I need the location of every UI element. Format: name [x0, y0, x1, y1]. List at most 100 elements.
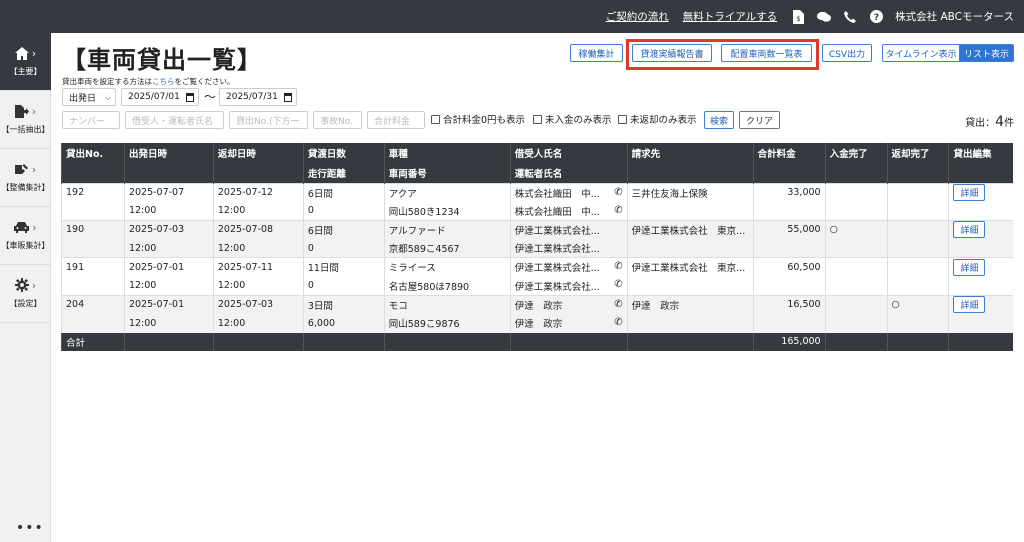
unreturned-only-checkbox[interactable]: 未返却のみ表示	[618, 112, 697, 126]
lending-no: 191	[61, 257, 125, 277]
operation-summary-button[interactable]: 稼働集計	[570, 44, 623, 62]
return-time: 12:00	[212, 313, 304, 333]
table-row: 191 2025-07-01 2025-07-11 11日間 ミライース 伊達工業株式会社…	[61, 257, 1013, 277]
return-date: 2025-07-11	[212, 257, 304, 277]
driver-name: 伊達工業株式会社...	[509, 239, 628, 258]
detail-button[interactable]: 詳細	[953, 296, 986, 314]
accident-no-input[interactable]: 事故No.	[313, 111, 362, 129]
lending-no: 190	[61, 219, 125, 240]
departure-time: 12:00	[123, 313, 214, 333]
table-row: 192 2025-07-07 2025-07-12 6日間 アクア 株式会社織田 中...…	[61, 182, 1013, 202]
driver-name: 伊達工業株式会社... ✆	[509, 276, 628, 296]
return-date: 2025-07-03	[212, 294, 304, 314]
lending-no: 204	[61, 294, 125, 314]
detail-button[interactable]: 詳細	[953, 258, 986, 276]
departure-time: 12:00	[123, 201, 214, 221]
sidebar-item-main[interactable]: › 【主要】	[0, 33, 51, 91]
col-header: 返却日時	[212, 143, 304, 163]
col-header: 貸出No.	[61, 143, 125, 163]
table-row: 12:00 12:00 0 名古屋580ほ7890 伊達工業株式会社... ✆	[61, 276, 1013, 296]
car-sales-icon	[14, 221, 30, 233]
date-type-select[interactable]: 出発日 ⌵	[62, 88, 116, 106]
invoice-icon[interactable]: $	[791, 9, 805, 24]
borrower-name: 伊達 政宗 ✆	[509, 294, 628, 314]
phone-icon[interactable]: ✆	[614, 317, 622, 328]
sidebar-item-bulk-extract[interactable]: › 【一括抽出】	[0, 91, 51, 149]
table-header-row: 貸出No. 出発日時 返却日時 貸渡日数 車種 借受人氏名 請求先 合計料金 入…	[61, 143, 1013, 163]
phone-icon[interactable]	[843, 10, 857, 24]
departure-date: 2025-07-03	[123, 219, 214, 240]
phone-icon[interactable]: ✆	[614, 187, 622, 198]
borrower-name-input[interactable]: 借受人・運転者氏名	[125, 111, 224, 129]
phone-icon[interactable]: ✆	[614, 205, 622, 216]
search-button[interactable]: 検索	[704, 111, 734, 129]
lending-table: 貸出No. 出発日時 返却日時 貸渡日数 車種 借受人氏名 請求先 合計料金 入…	[61, 143, 1013, 351]
borrower-name: 株式会社織田 中... ✆	[509, 182, 628, 202]
return-time: 12:00	[212, 201, 304, 221]
number-plate-input[interactable]: ナンバー	[62, 111, 120, 129]
total-fee: 60,500	[752, 257, 826, 277]
chevron-right-icon: ›	[31, 278, 37, 292]
list-view-button[interactable]: リスト表示	[959, 44, 1014, 62]
table-row: 12:00 12:00 0 岡山580き1234 株式会社織田 中... ✆	[61, 201, 1013, 221]
returned-status	[886, 219, 949, 240]
table-header-row: 走行距離 車両番号 運転者氏名	[61, 163, 1013, 183]
csv-export-button[interactable]: CSV出力	[822, 44, 872, 62]
col-header: 出発日時	[123, 143, 214, 163]
svg-text:?: ?	[874, 13, 879, 23]
sidebar-item-label: 【車販集計】	[1, 240, 50, 250]
detail-button[interactable]: 詳細	[953, 221, 986, 239]
checkbox-box[interactable]	[431, 114, 440, 124]
chat-icon[interactable]	[817, 10, 832, 24]
phone-icon[interactable]: ✆	[614, 299, 622, 310]
clear-button[interactable]: クリア	[739, 111, 780, 129]
home-icon	[14, 46, 29, 60]
departure-time: 12:00	[123, 239, 214, 258]
billing-to: 伊達工業株式会社 東京...	[626, 257, 754, 277]
col-header: 車両番号	[383, 163, 511, 183]
lending-count: 貸出：4件	[965, 114, 1014, 130]
checkbox-box[interactable]	[618, 114, 627, 124]
detail-button[interactable]: 詳細	[953, 184, 986, 202]
sidebar-item-maintenance[interactable]: › 【整備集計】	[0, 149, 51, 207]
car-model: ミライース	[383, 257, 511, 277]
lending-days: 3日間	[302, 294, 385, 314]
unpaid-only-checkbox[interactable]: 未入金のみ表示	[533, 112, 612, 126]
checkbox-box[interactable]	[533, 114, 542, 124]
billing-to: 三井住友海上保険	[626, 182, 754, 202]
phone-icon[interactable]: ✆	[614, 279, 622, 290]
mileage: 0	[302, 201, 385, 221]
mileage: 6,000	[302, 313, 385, 333]
col-header: 運転者氏名	[509, 163, 628, 183]
col-header: 合計料金	[752, 143, 826, 163]
chevron-right-icon: ›	[31, 162, 37, 176]
timeline-view-button[interactable]: タイムライン表示	[882, 44, 960, 62]
company-name: 株式会社 ABCモータース	[895, 11, 1014, 23]
lending-no-input[interactable]: 貸出No.(下方一	[229, 111, 308, 129]
help-icon[interactable]: ?	[869, 10, 883, 24]
date-from-input[interactable]: 2025/07/01	[121, 88, 199, 106]
sidebar-item-settings[interactable]: › 【設定】	[0, 265, 51, 323]
sidebar-item-car-sales[interactable]: › 【車販集計】	[0, 207, 51, 265]
mileage: 0	[302, 239, 385, 258]
contract-flow-link[interactable]: ご契約の流れ	[606, 9, 669, 24]
zero-fee-checkbox[interactable]: 合計料金0円も表示	[431, 112, 525, 126]
return-time: 12:00	[212, 239, 304, 258]
col-header: 車種	[383, 143, 511, 163]
phone-icon[interactable]: ✆	[614, 261, 622, 272]
driver-name: 株式会社織田 中... ✆	[509, 201, 628, 221]
paid-status	[824, 294, 888, 314]
more-menu-icon[interactable]: •••	[16, 520, 44, 536]
mileage: 0	[302, 276, 385, 296]
total-fee-input[interactable]: 合計料金	[367, 111, 425, 129]
free-trial-link[interactable]: 無料トライアルする	[683, 9, 777, 24]
col-header: 入金完了	[824, 143, 888, 163]
plate-number: 京都589こ4567	[383, 239, 511, 258]
billing-to: 伊達 政宗	[626, 294, 754, 314]
date-to-input[interactable]: 2025/07/31	[219, 88, 297, 106]
help-link[interactable]: こちら	[152, 77, 175, 86]
col-header: 貸出編集	[948, 143, 1013, 163]
departure-date: 2025-07-01	[123, 257, 214, 277]
highlight-box	[626, 39, 819, 70]
billing-to: 伊達工業株式会社 東京...	[626, 219, 754, 240]
